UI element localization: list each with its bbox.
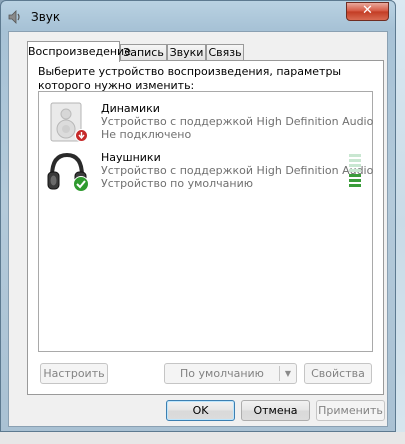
level-bar [349,159,361,162]
list-item-headphones[interactable]: Наушники Устройство с поддержкой High De… [39,146,374,196]
tab-sounds[interactable]: Звуки [167,44,206,61]
tab-sounds-label: Звуки [169,46,204,59]
list-item-speakers[interactable]: Динамики Устройство с поддержкой High De… [39,97,374,147]
apply-button[interactable]: Применить [316,400,385,421]
device-list[interactable]: Динамики Устройство с поддержкой High De… [38,91,373,352]
level-bar [349,164,361,167]
level-bar [349,184,361,187]
ok-button-label: OK [192,404,209,417]
level-bar [349,169,361,172]
speaker-app-icon [8,10,20,24]
default-check-badge-icon [73,176,89,192]
properties-button-label: Свойства [311,367,365,380]
apply-button-label: Применить [318,404,383,417]
device-description: Устройство с поддержкой High Definition … [101,164,374,177]
level-bar [349,179,361,182]
level-bar [349,174,361,177]
device-status: Устройство по умолчанию [101,177,254,190]
chevron-down-icon[interactable]: ▼ [282,364,294,383]
volume-level-meter [349,154,361,190]
device-name: Динамики [101,102,160,115]
ok-button[interactable]: OK [166,400,235,421]
split-divider [279,366,280,381]
window-title: Звук [31,10,61,24]
device-status: Не подключено [101,128,192,141]
title-bar[interactable]: Звук ✕ [1,1,395,31]
disconnected-badge-icon [75,129,88,142]
tab-playback-label: Воспроизведение [28,45,131,58]
close-button[interactable]: ✕ [346,2,389,21]
configure-button[interactable]: Настроить [40,363,108,384]
properties-button[interactable]: Свойства [304,363,372,384]
device-description: Устройство с поддержкой High Definition … [101,115,374,128]
close-icon: ✕ [362,3,373,18]
level-bar [349,154,361,157]
set-default-split-button[interactable]: По умолчанию ▼ [164,363,297,384]
tab-communications-label: Связь [208,46,242,59]
configure-button-label: Настроить [43,367,105,380]
set-default-button-label: По умолчанию [180,367,264,380]
device-name: Наушники [101,151,161,164]
tab-playback[interactable]: Воспроизведение [27,41,131,62]
background-taskbar-strip [0,432,405,444]
instruction-text: Выберите устройство воспроизведения, пар… [38,65,342,92]
tab-communications[interactable]: Связь [206,44,244,61]
cancel-button[interactable]: Отмена [241,400,310,421]
cancel-button-label: Отмена [253,404,298,417]
